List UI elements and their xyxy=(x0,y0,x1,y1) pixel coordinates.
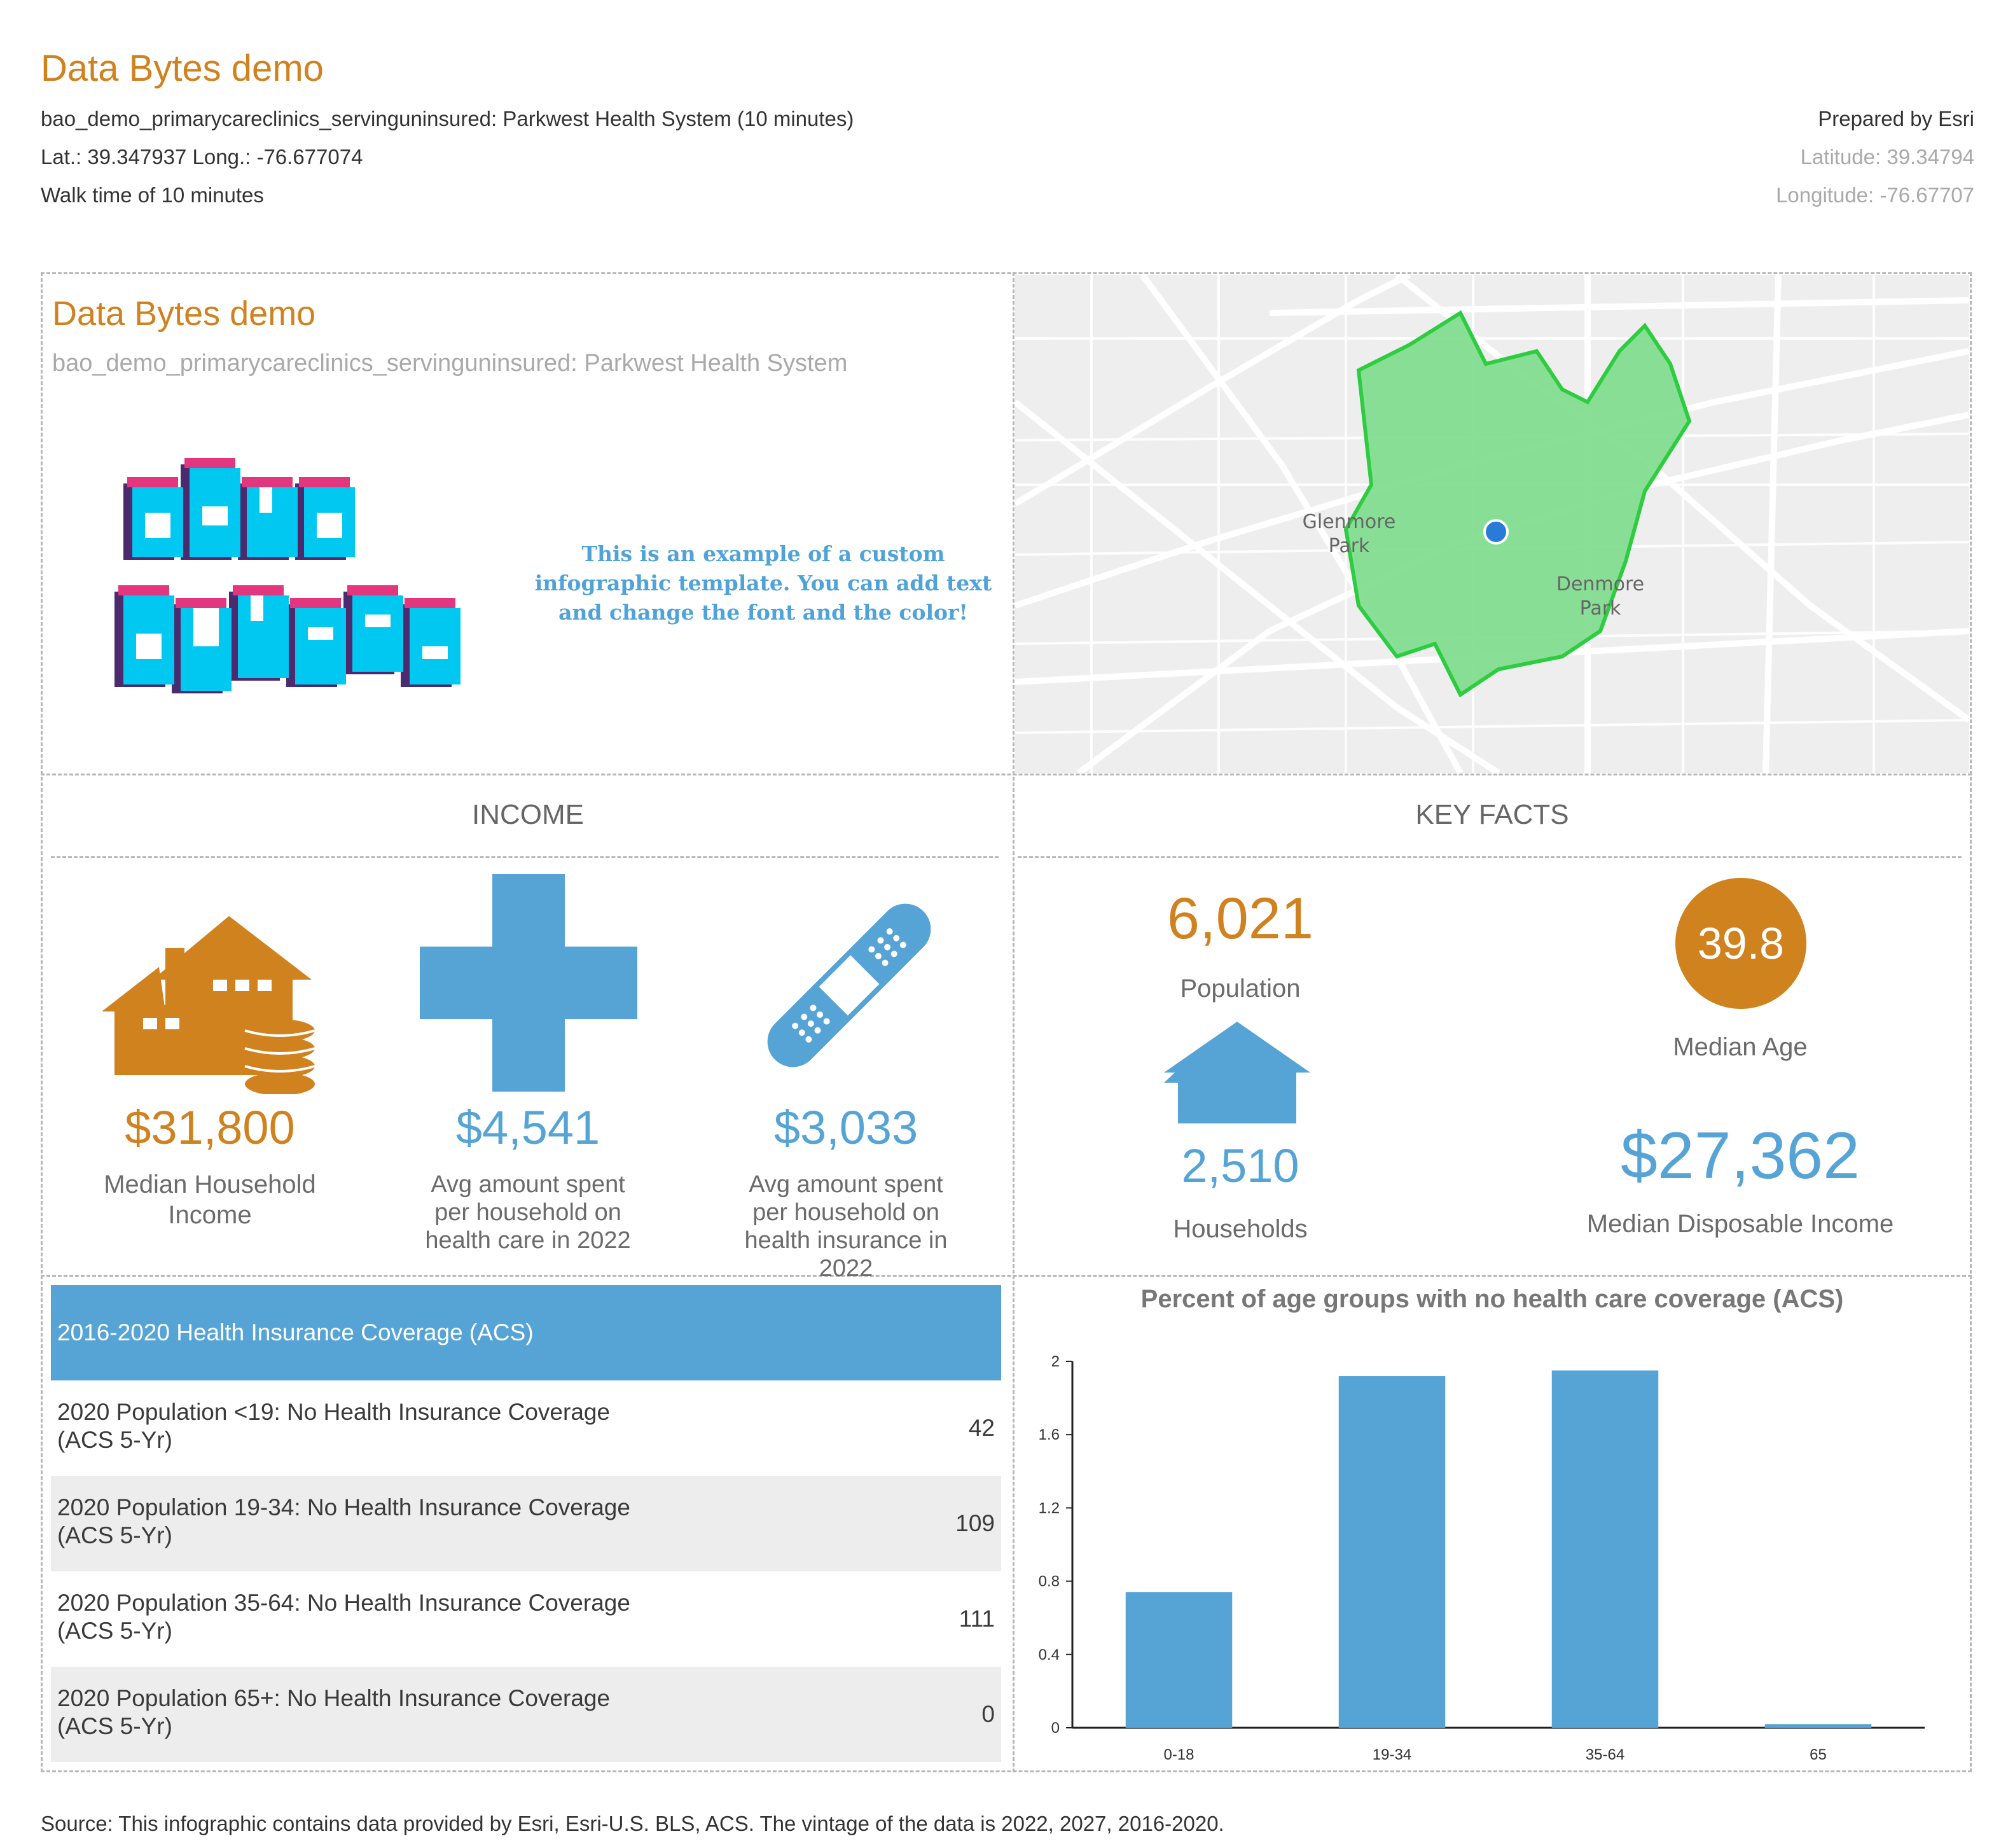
map-view[interactable]: Glenmore Park Denmore Park xyxy=(1015,275,1969,773)
row-label: 2020 Population 19-34: No Health Insuran… xyxy=(57,1494,630,1548)
median-age-value: 39.8 xyxy=(1697,919,1785,968)
latitude-readout: Latitude: 39.34794 xyxy=(1800,145,1974,169)
keyfacts-heading: KEY FACTS xyxy=(1415,799,1569,830)
x-tick-label: 65 xyxy=(1810,1746,1827,1763)
median-age-badge: 39.8 xyxy=(1675,878,1806,1009)
y-tick-label: 0.4 xyxy=(1039,1646,1060,1664)
y-tick-label: 0 xyxy=(1051,1719,1060,1737)
median-age-label: Median Age xyxy=(1673,1033,1808,1061)
health-insurance-spend-label: Avg amount spent per household on health… xyxy=(744,1171,948,1282)
map-canvas: Glenmore Park Denmore Park xyxy=(1015,275,1969,773)
row-value: 109 xyxy=(955,1510,995,1536)
source-note: Source: This infographic contains data p… xyxy=(41,1812,1224,1835)
bar-0-18[interactable] xyxy=(1125,1592,1233,1728)
median-household-income-label: Median Household Income xyxy=(104,1171,316,1229)
population-label: Population xyxy=(1180,975,1301,1003)
row-value: 42 xyxy=(968,1415,995,1441)
household-icon xyxy=(1164,1022,1310,1123)
table-row: 2020 Population 65+: No Health Insurance… xyxy=(51,1667,1001,1762)
map-label-glenmore-1: Glenmore xyxy=(1303,511,1396,533)
health-care-spend-label: Avg amount spent per household on health… xyxy=(425,1171,631,1254)
site-name: bao_demo_primarycareclinics_servingunins… xyxy=(41,107,854,130)
panel-divider-row1 xyxy=(41,774,1972,775)
panel-divider-row2 xyxy=(41,1275,1972,1277)
row-label: 2020 Population 35-64: No Health Insuran… xyxy=(57,1590,630,1644)
table-row: 2020 Population 35-64: No Health Insuran… xyxy=(51,1571,1001,1667)
y-tick-label: 2 xyxy=(1051,1353,1060,1370)
x-tick-label: 0-18 xyxy=(1163,1746,1194,1763)
prepared-by: Prepared by Esri xyxy=(1818,107,1974,130)
y-tick-label: 0.8 xyxy=(1039,1573,1060,1590)
table-row: 2020 Population 19-34: No Health Insuran… xyxy=(51,1476,1001,1571)
households-label: Households xyxy=(1173,1215,1308,1243)
chart-title: Percent of age groups with no health car… xyxy=(1140,1285,1844,1313)
health-insurance-spend-value: $3,033 xyxy=(773,1101,918,1154)
intro-subtitle: bao_demo_primarycareclinics_servingunins… xyxy=(52,350,848,377)
y-tick-label: 1.2 xyxy=(1039,1499,1060,1517)
keyfacts-heading-divider xyxy=(1018,856,1962,858)
x-tick-label: 35-64 xyxy=(1586,1746,1624,1763)
population-value: 6,021 xyxy=(1167,886,1314,951)
bar-65[interactable] xyxy=(1764,1724,1872,1728)
intro-note: This is an example of a custom infograph… xyxy=(534,541,992,625)
longitude-readout: Longitude: -76.67707 xyxy=(1776,183,1974,207)
median-household-income-value: $31,800 xyxy=(125,1101,295,1154)
row-label: 2020 Population <19: No Health Insurance… xyxy=(57,1399,611,1453)
health-care-spend-value: $4,541 xyxy=(455,1101,600,1154)
row-value: 111 xyxy=(959,1606,995,1632)
table-row: 2020 Population <19: No Health Insurance… xyxy=(51,1380,1001,1476)
row-label: 2020 Population 65+: No Health Insurance… xyxy=(57,1685,611,1739)
x-tick-label: 19-34 xyxy=(1373,1746,1411,1763)
map-label-glenmore-2: Park xyxy=(1329,535,1370,557)
site-location-marker[interactable] xyxy=(1483,519,1509,545)
bandage-icon xyxy=(767,903,931,1067)
site-walk-time: Walk time of 10 minutes xyxy=(41,183,264,207)
median-disposable-income-value: $27,362 xyxy=(1621,1119,1860,1193)
map-label-denmore-2: Park xyxy=(1580,597,1621,620)
panel-divider-vertical xyxy=(1013,272,1014,1772)
income-heading: INCOME xyxy=(472,799,584,830)
map-label-denmore-1: Denmore xyxy=(1556,573,1644,595)
coverage-table-header: 2016-2020 Health Insurance Coverage (ACS… xyxy=(51,1285,1001,1380)
bar-35-64[interactable] xyxy=(1551,1370,1659,1728)
y-tick-label: 1.6 xyxy=(1039,1426,1060,1443)
median-disposable-income-label: Median Disposable Income xyxy=(1586,1210,1894,1238)
data-bytes-logo xyxy=(114,458,460,693)
households-value: 2,510 xyxy=(1181,1139,1299,1192)
coverage-bar-chart: 0 0.4 0.8 1.2 1.6 2 0-18 19-34 35-64 65 xyxy=(1039,1353,1925,1763)
report-title: Data Bytes demo xyxy=(41,48,324,89)
house-coins-icon xyxy=(102,916,315,1094)
row-value: 0 xyxy=(981,1701,995,1727)
site-coordinates: Lat.: 39.347937 Long.: -76.677074 xyxy=(41,145,363,169)
medical-cross-icon xyxy=(420,874,637,1092)
bar-19-34[interactable] xyxy=(1338,1376,1446,1728)
intro-title: Data Bytes demo xyxy=(52,295,316,333)
income-heading-divider xyxy=(51,856,999,858)
